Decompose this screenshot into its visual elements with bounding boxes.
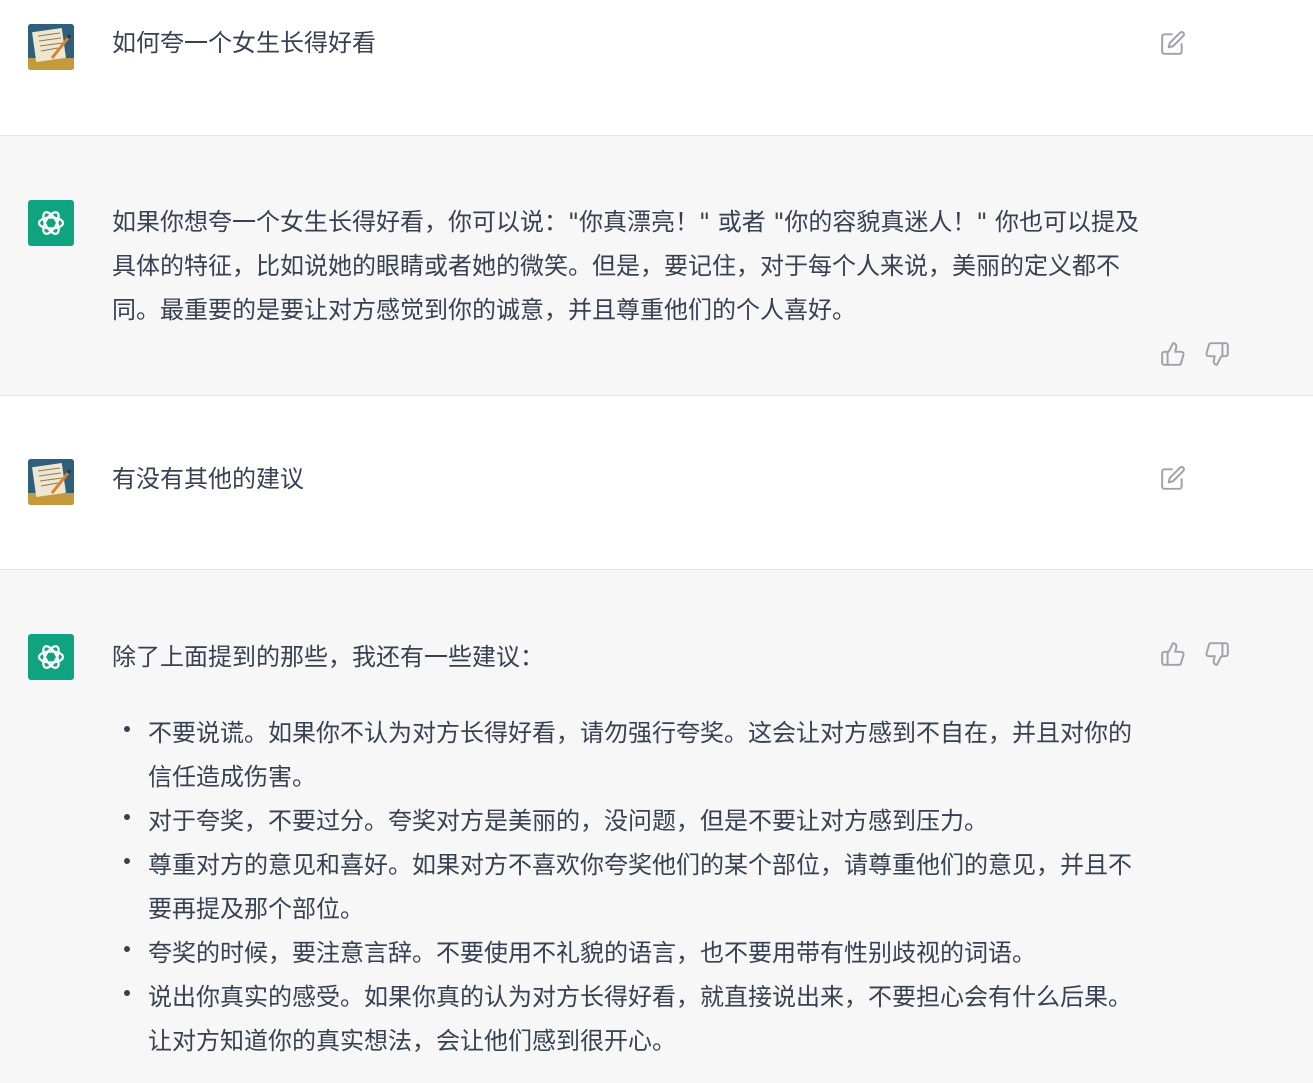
thumbs-up-button[interactable] — [1158, 639, 1188, 669]
list-item: 夸奖的时候，要注意言辞。不要使用不礼貌的语言，也不要用带有性别歧视的词语。 — [112, 931, 1142, 975]
list-item: 尊重对方的意见和喜好。如果对方不喜欢你夸奖他们的某个部位，请尊重他们的意见，并且… — [112, 843, 1142, 931]
openai-logo-icon — [37, 211, 65, 235]
assistant-message: 除了上面提到的那些，我还有一些建议： 不要说谎。如果你不认为对方长得好看，请勿强… — [0, 570, 1313, 1083]
thumbs-up-icon — [1161, 642, 1185, 666]
thumbs-down-icon — [1205, 642, 1229, 666]
edit-icon — [1161, 466, 1185, 490]
openai-logo-icon — [37, 645, 65, 669]
user-message: 有没有其他的建议 — [0, 396, 1313, 570]
list-item: 对于夸奖，不要过分。夸奖对方是美丽的，没问题，但是不要让对方感到压力。 — [112, 799, 1142, 843]
assistant-avatar — [28, 634, 74, 680]
assistant-message-text: 如果你想夸一个女生长得好看，你可以说："你真漂亮！" 或者 "你的容貌真迷人！"… — [112, 208, 1140, 324]
chat-thread: 如何夸一个女生长得好看 如果你想夸一个女生长得好看，你可以说："你真漂亮！" 或… — [0, 0, 1313, 1083]
thumbs-down-button[interactable] — [1202, 339, 1232, 369]
list-item: 说出你真实的感受。如果你真的认为对方长得好看，就直接说出来，不要担心会有什么后果… — [112, 975, 1142, 1063]
user-message-text: 如何夸一个女生长得好看 — [112, 29, 376, 57]
thumbs-up-button[interactable] — [1158, 339, 1188, 369]
user-avatar — [28, 459, 74, 505]
edit-icon — [1161, 31, 1185, 55]
suggestion-list: 不要说谎。如果你不认为对方长得好看，请勿强行夸奖。这会让对方感到不自在，并且对你… — [112, 711, 1142, 1063]
user-avatar — [28, 24, 74, 70]
user-message: 如何夸一个女生长得好看 — [0, 0, 1313, 136]
thumbs-down-icon — [1205, 342, 1229, 366]
thumbs-down-button[interactable] — [1202, 639, 1232, 669]
notebook-pencil-avatar-image — [28, 24, 74, 70]
edit-button[interactable] — [1158, 28, 1188, 58]
edit-button[interactable] — [1158, 463, 1188, 493]
assistant-message: 如果你想夸一个女生长得好看，你可以说："你真漂亮！" 或者 "你的容貌真迷人！"… — [0, 136, 1313, 396]
thumbs-up-icon — [1161, 342, 1185, 366]
assistant-message-body: 除了上面提到的那些，我还有一些建议： 不要说谎。如果你不认为对方长得好看，请勿强… — [112, 635, 1142, 1063]
notebook-pencil-avatar-image — [28, 459, 74, 505]
user-message-text: 有没有其他的建议 — [112, 465, 304, 493]
assistant-intro-text: 除了上面提到的那些，我还有一些建议： — [112, 643, 544, 671]
list-item: 不要说谎。如果你不认为对方长得好看，请勿强行夸奖。这会让对方感到不自在，并且对你… — [112, 711, 1142, 799]
assistant-avatar — [28, 200, 74, 246]
